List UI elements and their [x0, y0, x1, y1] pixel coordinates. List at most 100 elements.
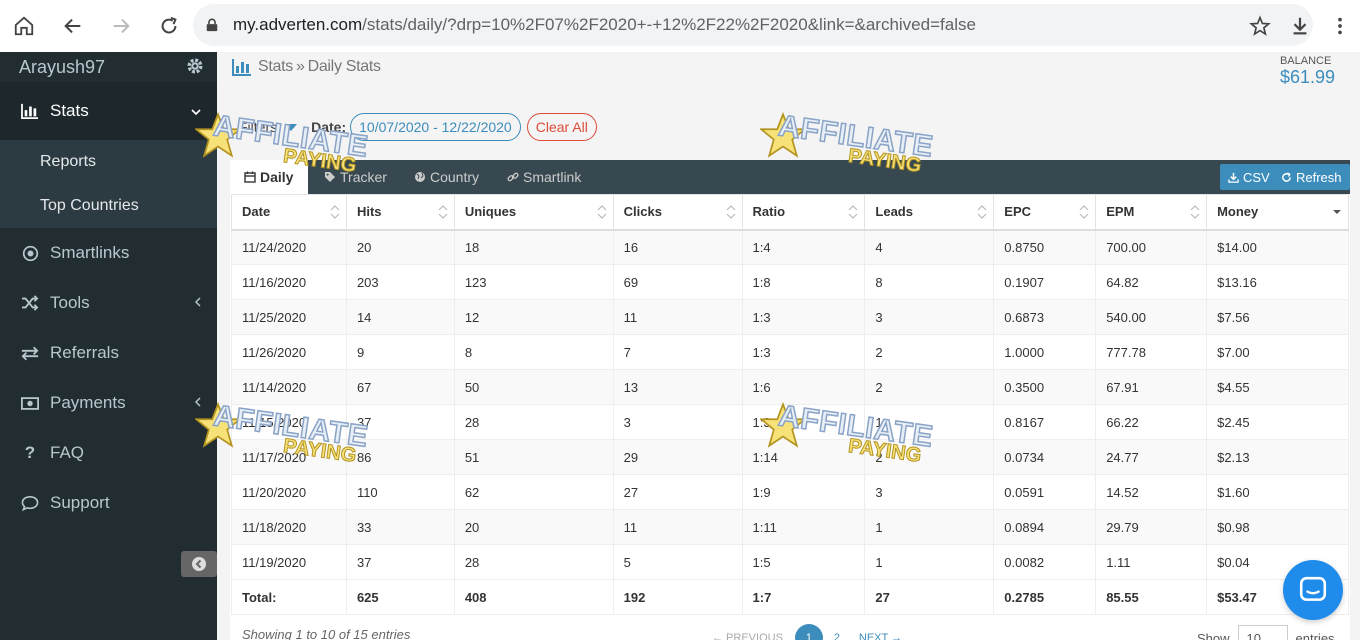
column-header-label: Hits: [356, 204, 382, 220]
cell-uniques: 20: [453, 509, 614, 545]
cell-money: $13.16: [1206, 264, 1349, 300]
download-icon[interactable]: [1280, 0, 1320, 52]
filters-toggle[interactable]: Filters: [239, 119, 277, 135]
breadcrumb: Stats » Daily Stats: [232, 58, 381, 76]
cell-leads: 1: [864, 404, 995, 440]
breadcrumb-current: Daily Stats: [307, 58, 381, 75]
tag-icon: [325, 172, 335, 182]
page-1-button[interactable]: 1: [794, 624, 823, 640]
sort-icon: [726, 205, 735, 219]
balance-value: $61.99: [1279, 67, 1335, 87]
chat-bubble-icon: [20, 493, 40, 513]
refresh-button[interactable]: Refresh: [1273, 164, 1350, 190]
pagination: ← PREVIOUS 1 2 NEXT →: [712, 624, 902, 640]
show-label: Show: [1197, 630, 1230, 640]
cell-epm: 67.91: [1095, 369, 1208, 405]
gear-icon[interactable]: [185, 56, 205, 76]
sidebar-item-referrals[interactable]: Referrals: [0, 328, 217, 378]
breadcrumb-root[interactable]: Stats: [258, 58, 293, 76]
address-bar[interactable]: my.adverten.com/stats/daily/?drp=10%2F07…: [193, 4, 1313, 46]
tab-country[interactable]: Country: [414, 160, 479, 194]
column-header-leads[interactable]: Leads: [864, 194, 995, 231]
date-range-pill[interactable]: 10/07/2020 - 12/22/2020: [350, 113, 521, 141]
daily-stats-table: Date Hits Uniques Clicks Ratio Leads EPC EPM Mon…: [231, 194, 1349, 615]
cell-epm: 24.77: [1095, 439, 1208, 475]
live-chat-button[interactable]: [1283, 560, 1343, 620]
sidebar-item-stats[interactable]: Stats: [0, 82, 217, 140]
total-cell: 27: [864, 579, 995, 615]
sidebar-item-reports[interactable]: Reports: [0, 140, 217, 184]
page-2-button[interactable]: 2: [823, 624, 851, 640]
page-size-select[interactable]: 10: [1237, 625, 1288, 640]
cell-money: $4.55: [1206, 369, 1349, 405]
next-page-link[interactable]: NEXT →: [859, 632, 902, 640]
total-cell: 85.55: [1095, 579, 1208, 615]
exchange-icon: [20, 343, 40, 363]
table-row: 11/19/2020 37 28 5 1:5 1 0.0082 1.11 $0.04: [231, 544, 1349, 580]
cell-epc: 0.8167: [993, 404, 1097, 440]
column-header-label: EPC: [1004, 204, 1032, 220]
table-row: 11/18/2020 33 20 11 1:11 1 0.0894 29.79 $0.98: [231, 509, 1349, 545]
back-icon[interactable]: [49, 0, 97, 52]
browser-toolbar: my.adverten.com/stats/daily/?drp=10%2F07…: [0, 0, 1360, 52]
cell-date: 11/24/2020: [231, 229, 347, 265]
column-header-clicks[interactable]: Clicks: [612, 194, 743, 231]
column-header-label: Clicks: [623, 204, 662, 220]
column-header-epm[interactable]: EPM: [1095, 194, 1208, 231]
sidebar-item-smartlinks[interactable]: Smartlinks: [0, 228, 217, 278]
sidebar-item-tools[interactable]: Tools: [0, 278, 217, 328]
clear-all-button[interactable]: Clear All: [526, 113, 597, 141]
main-content: Stats » Daily Stats BALANCE $61.99 Filte…: [217, 52, 1360, 640]
column-header-ratio[interactable]: Ratio: [741, 194, 866, 231]
column-header-date[interactable]: Date: [231, 194, 347, 231]
sidebar-item-payments[interactable]: Payments: [0, 378, 217, 428]
tab-smartlink[interactable]: Smartlink: [507, 160, 581, 194]
total-row: Total: 625 408 192 1:7 27 0.2785 85.55 $53.47: [231, 579, 1349, 615]
total-cell: 192: [612, 579, 743, 615]
cell-uniques: 62: [453, 474, 614, 510]
cell-ratio: 1:5: [741, 544, 866, 580]
cell-money: $7.56: [1206, 299, 1349, 335]
reload-icon[interactable]: [145, 0, 193, 52]
total-cell: 1:7: [741, 579, 866, 615]
caret-down-icon[interactable]: [285, 123, 298, 131]
cell-date: 11/14/2020: [231, 369, 347, 405]
cell-date: 11/19/2020: [231, 544, 347, 580]
sidebar-item-label: Support: [50, 493, 110, 512]
question-icon: ?: [24, 443, 36, 462]
column-header-uniques[interactable]: Uniques: [453, 194, 614, 231]
sidebar-item-support[interactable]: Support: [0, 478, 217, 528]
cell-hits: 86: [345, 439, 455, 475]
column-header-label: Leads: [875, 204, 913, 220]
cell-hits: 14: [345, 299, 455, 335]
tab-daily[interactable]: Daily: [230, 160, 308, 194]
sidebar-item-top-countries[interactable]: Top Countries: [0, 184, 217, 228]
cell-epc: 0.8750: [993, 229, 1097, 265]
cell-hits: 67: [345, 369, 455, 405]
entries-info: Showing 1 to 10 of 15 entries: [242, 627, 411, 640]
collapse-sidebar-button[interactable]: [181, 551, 217, 577]
star-icon[interactable]: [1240, 0, 1280, 52]
sort-icon: [1190, 205, 1200, 219]
sidebar-item-faq[interactable]: ? FAQ: [0, 428, 217, 478]
previous-page-link[interactable]: ← PREVIOUS: [712, 632, 783, 640]
tab-label: Smartlink: [523, 169, 582, 185]
cell-leads: 2: [864, 439, 995, 475]
tab-label: Daily: [260, 169, 294, 185]
url-host: my.adverten.com: [233, 15, 363, 34]
cell-clicks: 27: [612, 474, 743, 510]
cell-uniques: 28: [453, 544, 614, 580]
column-header-hits[interactable]: Hits: [345, 194, 455, 231]
column-header-money[interactable]: Money: [1206, 194, 1349, 231]
forward-icon[interactable]: [97, 0, 145, 52]
page-size-control: Show 10 entries: [1197, 625, 1335, 640]
kebab-menu-icon[interactable]: [1320, 0, 1360, 52]
cell-epm: 540.00: [1095, 299, 1208, 335]
cell-uniques: 28: [453, 404, 614, 440]
sort-icon: [597, 205, 607, 219]
cell-leads: 1: [864, 544, 995, 580]
column-header-epc[interactable]: EPC: [993, 194, 1097, 231]
home-icon[interactable]: [0, 0, 48, 52]
csv-button[interactable]: CSV: [1220, 164, 1278, 190]
tab-tracker[interactable]: Tracker: [324, 160, 387, 194]
